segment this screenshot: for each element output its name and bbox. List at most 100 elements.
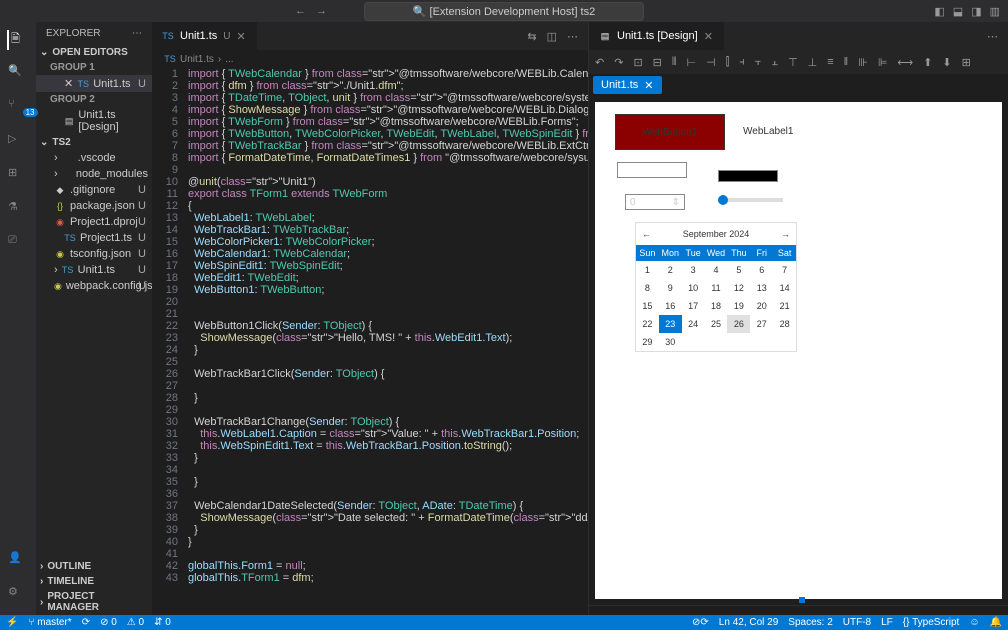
tab-unit1[interactable]: TS Unit1.ts U ✕	[152, 22, 257, 50]
tree-folder[interactable]: ›.vscode	[36, 150, 152, 166]
tool-icon[interactable]: ⊟	[653, 56, 662, 69]
timeline-header[interactable]: ›TIMELINE	[36, 574, 152, 589]
align-icon[interactable]: ⊤	[788, 56, 798, 69]
tree-file[interactable]: TSProject1.tsU	[36, 230, 152, 246]
cal-date[interactable]: 22	[636, 315, 659, 333]
cal-date[interactable]: 6	[750, 261, 773, 279]
align-icon[interactable]: ⫟	[755, 56, 762, 69]
cal-date[interactable]: 16	[659, 297, 682, 315]
cal-date[interactable]: 21	[773, 297, 796, 315]
cal-date[interactable]: 4	[705, 261, 728, 279]
panel-right-icon[interactable]: ◨	[971, 5, 981, 18]
pm-header[interactable]: ›PROJECT MANAGER	[36, 589, 152, 615]
cal-date[interactable]: 2	[659, 261, 682, 279]
tree-file[interactable]: ›TSUnit1.tsU	[36, 262, 152, 278]
cal-prev-icon[interactable]: ←	[642, 229, 651, 239]
tool-icon[interactable]: ⫴	[672, 56, 677, 69]
tree-file[interactable]: ◆.gitignoreU	[36, 182, 152, 198]
close-icon[interactable]: ✕	[704, 30, 713, 43]
web-colorpicker1[interactable]	[718, 170, 778, 182]
cal-date[interactable]: 26	[727, 315, 750, 333]
align-icon[interactable]: ≡	[827, 56, 833, 68]
remote-icon[interactable]: ⎚	[8, 234, 28, 254]
cal-date[interactable]: 13	[750, 279, 773, 297]
encoding-status[interactable]: UTF-8	[843, 617, 871, 628]
cal-date[interactable]: 27	[750, 315, 773, 333]
cursor-pos[interactable]: Ln 42, Col 29	[719, 617, 779, 628]
more-icon[interactable]: ⋯	[567, 30, 578, 43]
resize-handle[interactable]	[799, 597, 805, 603]
cal-next-icon[interactable]: →	[781, 229, 790, 239]
nav-back-icon[interactable]: ←	[295, 5, 306, 17]
tree-file[interactable]: {}package.jsonU	[36, 198, 152, 214]
cal-date[interactable]: 17	[682, 297, 705, 315]
split-icon[interactable]: ◫	[547, 30, 557, 43]
branch-status[interactable]: ⑂ master*	[28, 617, 71, 628]
cal-date[interactable]: 5	[727, 261, 750, 279]
cal-date[interactable]: 15	[636, 297, 659, 315]
tool-icon[interactable]: ⊡	[633, 56, 642, 69]
redo-icon[interactable]: ↷	[614, 56, 623, 69]
cal-date[interactable]: 23	[659, 315, 682, 333]
close-icon[interactable]: ✕	[644, 79, 653, 92]
dist-icon[interactable]: ⊪	[858, 56, 868, 69]
grid-icon[interactable]: ⊞	[962, 56, 971, 69]
account-icon[interactable]: 👤	[8, 551, 28, 571]
cal-grid[interactable]: 1234567891011121314151617181920212223242…	[636, 261, 796, 351]
layout-icon[interactable]: ▥	[990, 5, 1000, 18]
code-content[interactable]: import { TWebCalendar } from class="str"…	[188, 68, 588, 615]
nav-fwd-icon[interactable]: →	[316, 5, 327, 17]
tree-folder[interactable]: ›node_modules	[36, 166, 152, 182]
more-icon[interactable]: ⋯	[987, 30, 998, 43]
tree-file[interactable]: ◉webpack.config.jsU	[36, 278, 152, 294]
order-icon[interactable]: ⬇	[942, 56, 951, 69]
cal-date[interactable]: 18	[705, 297, 728, 315]
search-icon[interactable]: 🔍	[8, 64, 28, 84]
tool-icon[interactable]: ⊣	[706, 56, 716, 69]
open-editor-item[interactable]: ✕ TS Unit1.ts U	[36, 75, 152, 92]
form-designer-surface[interactable]: WebButton1 WebLabel1 0⇕ ← September 2024…	[595, 102, 1002, 599]
tab-design[interactable]: ▤ Unit1.ts [Design] ✕	[589, 22, 724, 50]
errors-status[interactable]: ⊘ 0	[100, 617, 117, 628]
extensions-icon[interactable]: ⊞	[8, 166, 28, 186]
panel-bottom-icon[interactable]: ⬓	[953, 5, 963, 18]
web-label1[interactable]: WebLabel1	[743, 126, 793, 137]
debug-icon[interactable]: ▷	[8, 132, 28, 152]
warnings-status[interactable]: ⚠ 0	[127, 617, 144, 628]
cal-date[interactable]: 11	[705, 279, 728, 297]
dist-icon[interactable]: ⟷	[897, 56, 913, 69]
cal-date[interactable]: 19	[727, 297, 750, 315]
undo-icon[interactable]: ↶	[595, 56, 604, 69]
flask-icon[interactable]: ⚗	[8, 200, 28, 220]
eol-status[interactable]: LF	[881, 617, 893, 628]
more-icon[interactable]: ⋯	[132, 28, 142, 39]
align-icon[interactable]: ⊥	[808, 56, 818, 69]
cal-date[interactable]: 20	[750, 297, 773, 315]
cal-date[interactable]: 29	[636, 333, 659, 351]
align-icon[interactable]: ‖	[844, 56, 849, 68]
web-trackbar1[interactable]	[718, 198, 783, 202]
explorer-icon[interactable]: 🗎	[7, 30, 27, 50]
outline-header[interactable]: ›OUTLINE	[36, 559, 152, 574]
cal-date[interactable]: 10	[682, 279, 705, 297]
cal-date[interactable]: 12	[727, 279, 750, 297]
open-editor-item[interactable]: ▤ Unit1.ts [Design]	[36, 107, 152, 135]
settings-icon[interactable]: ⚙	[8, 585, 28, 605]
close-icon[interactable]: ✕	[237, 30, 246, 43]
cal-date[interactable]: 9	[659, 279, 682, 297]
debug-hint-icon[interactable]: ⊘⟳	[692, 617, 709, 628]
align-icon[interactable]: ⫠	[771, 56, 778, 69]
web-spinedit1[interactable]: 0⇕	[625, 194, 685, 210]
sync-status[interactable]: ⟳	[82, 617, 90, 628]
cal-date[interactable]: 25	[705, 315, 728, 333]
cal-date[interactable]: 1	[636, 261, 659, 279]
align-icon[interactable]: ⫞	[739, 56, 745, 69]
scm-icon[interactable]: ⑂13	[8, 98, 28, 118]
cal-date[interactable]: 30	[659, 333, 682, 351]
close-icon[interactable]: ✕	[64, 77, 73, 90]
spinner-icon[interactable]: ⇕	[672, 197, 680, 208]
project-header[interactable]: ⌄TS2	[36, 135, 152, 150]
compare-icon[interactable]: ⇆	[527, 30, 536, 43]
cal-date[interactable]: 28	[773, 315, 796, 333]
design-file-tab[interactable]: Unit1.ts ✕	[593, 76, 662, 94]
